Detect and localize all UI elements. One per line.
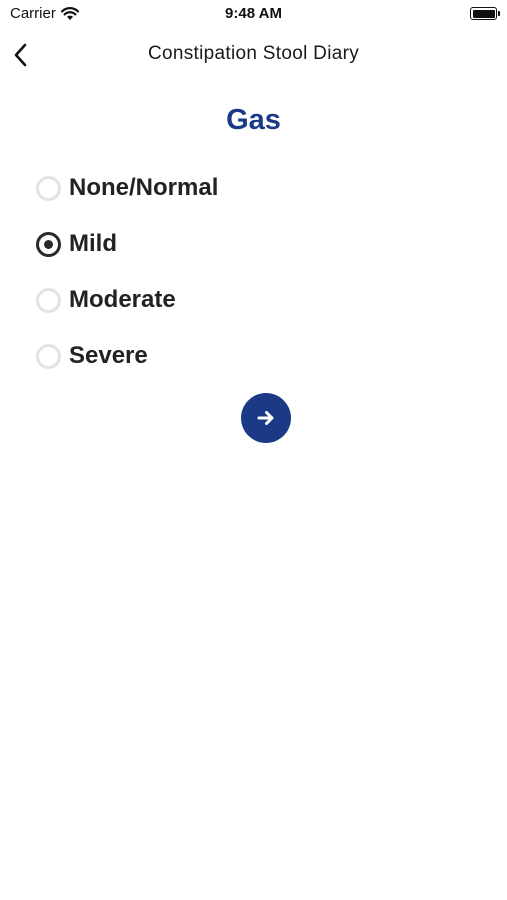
battery-icon [470, 7, 500, 20]
radio-severe[interactable] [36, 343, 61, 369]
option-label: None/Normal [69, 174, 219, 201]
option-none-normal[interactable]: None/Normal [36, 160, 218, 216]
option-label: Severe [69, 342, 148, 369]
option-mild[interactable]: Mild [36, 216, 218, 272]
battery-tip [498, 11, 500, 16]
arrow-right-icon [257, 411, 274, 425]
severity-options: None/Normal Mild Moderate Severe [36, 160, 218, 384]
radio-none-normal[interactable] [36, 175, 61, 201]
status-bar: Carrier 9:48 AM [0, 0, 507, 28]
navigation-bar: Constipation Stool Diary [0, 30, 507, 80]
status-time: 9:48 AM [225, 5, 282, 22]
radio-mild[interactable] [36, 231, 61, 257]
option-label: Mild [69, 230, 117, 257]
option-moderate[interactable]: Moderate [36, 272, 218, 328]
page-title: Constipation Stool Diary [147, 43, 360, 64]
next-button[interactable] [241, 393, 291, 443]
radio-moderate[interactable] [36, 287, 61, 313]
option-label: Moderate [69, 286, 176, 313]
option-severe[interactable]: Severe [36, 328, 218, 384]
battery-level [472, 9, 495, 18]
question-title: Gas [226, 104, 281, 136]
